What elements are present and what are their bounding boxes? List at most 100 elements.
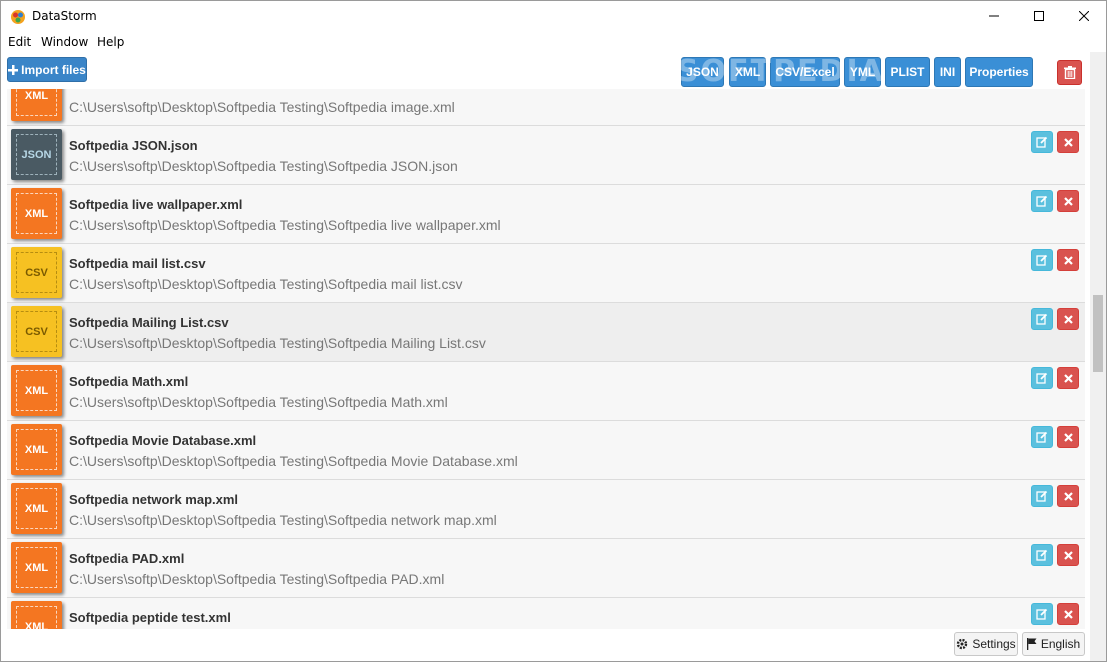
edit-file-button[interactable] bbox=[1031, 190, 1053, 212]
remove-file-button[interactable] bbox=[1057, 426, 1079, 448]
file-path: C:\Users\softp\Desktop\Softpedia Testing… bbox=[69, 571, 445, 587]
window-title: DataStorm bbox=[32, 9, 97, 23]
list-item[interactable]: JSON Softpedia JSON.json C:\Users\softp\De… bbox=[7, 126, 1085, 185]
edit-file-button[interactable] bbox=[1031, 308, 1053, 330]
csv-file-icon: CSV bbox=[11, 247, 62, 298]
edit-file-button[interactable] bbox=[1031, 249, 1053, 271]
menu-window[interactable]: Window bbox=[41, 35, 88, 49]
app-window: DataStorm Edit Window Help Import files … bbox=[0, 0, 1107, 662]
xml-file-icon: XML bbox=[11, 365, 62, 416]
file-list: XML C:\Users\softp\Desktop\Softpedia Test… bbox=[7, 89, 1085, 629]
file-name: Softpedia JSON.json bbox=[69, 138, 198, 153]
edit-file-button[interactable] bbox=[1031, 426, 1053, 448]
close-icon bbox=[1079, 11, 1089, 21]
language-button[interactable]: English bbox=[1022, 632, 1085, 656]
file-name: Softpedia Math.xml bbox=[69, 374, 189, 389]
format-json-button[interactable]: JSON bbox=[681, 57, 724, 87]
edit-icon bbox=[1036, 195, 1048, 207]
edit-file-button[interactable] bbox=[1031, 367, 1053, 389]
file-path: C:\Users\softp\Desktop\Softpedia Testing… bbox=[69, 512, 497, 528]
settings-label: Settings bbox=[972, 637, 1016, 651]
xml-file-icon: XML bbox=[11, 483, 62, 534]
xml-file-icon: XML bbox=[11, 188, 62, 239]
minimize-icon bbox=[989, 15, 999, 17]
vertical-scrollbar[interactable] bbox=[1090, 52, 1106, 661]
file-type-label: XML bbox=[24, 384, 49, 397]
remove-file-button[interactable] bbox=[1057, 603, 1079, 625]
file-path: C:\Users\softp\Desktop\Softpedia Testing… bbox=[69, 99, 455, 115]
edit-file-button[interactable] bbox=[1031, 544, 1053, 566]
list-item[interactable]: XML C:\Users\softp\Desktop\Softpedia Test… bbox=[7, 89, 1085, 126]
remove-icon bbox=[1063, 255, 1073, 265]
json-file-icon: JSON bbox=[11, 129, 62, 180]
file-path: C:\Users\softp\Desktop\Softpedia Testing… bbox=[69, 217, 501, 233]
menu-bar: Edit Window Help bbox=[1, 32, 1106, 52]
xml-file-icon: XML bbox=[11, 542, 62, 593]
file-path: C:\Users\softp\Desktop\Softpedia Testing… bbox=[69, 276, 463, 292]
list-item[interactable]: XML Softpedia Movie Database.xml C:\Users\… bbox=[7, 421, 1085, 480]
format-yml-button[interactable]: YML bbox=[844, 57, 881, 87]
clear-all-button[interactable] bbox=[1057, 60, 1082, 85]
trash-icon bbox=[1063, 66, 1076, 79]
edit-icon bbox=[1036, 431, 1048, 443]
file-type-label: XML bbox=[24, 502, 49, 515]
list-item[interactable]: XML Softpedia network map.xml C:\Users\sof… bbox=[7, 480, 1085, 539]
edit-file-button[interactable] bbox=[1031, 603, 1053, 625]
scrollbar-thumb[interactable] bbox=[1093, 295, 1103, 372]
list-item[interactable]: XML Softpedia live wallpaper.xml C:\Users\… bbox=[7, 185, 1085, 244]
file-name: Softpedia Movie Database.xml bbox=[69, 433, 257, 448]
remove-icon bbox=[1063, 373, 1073, 383]
gear-icon bbox=[957, 638, 968, 650]
format-xml-button[interactable]: XML bbox=[729, 57, 766, 87]
remove-icon bbox=[1063, 432, 1073, 442]
file-name: Softpedia network map.xml bbox=[69, 492, 239, 507]
file-type-label: JSON bbox=[21, 148, 52, 161]
edit-icon bbox=[1036, 313, 1048, 325]
file-type-label: XML bbox=[24, 620, 49, 630]
edit-icon bbox=[1036, 608, 1048, 620]
format-properties-button[interactable]: Properties bbox=[965, 57, 1033, 87]
remove-file-button[interactable] bbox=[1057, 131, 1079, 153]
remove-file-button[interactable] bbox=[1057, 308, 1079, 330]
xml-file-icon: XML bbox=[11, 89, 62, 121]
edit-icon bbox=[1036, 254, 1048, 266]
list-item[interactable]: XMLSoftpedia peptide test.xmlC:\Users\so… bbox=[7, 598, 1085, 629]
file-name: Softpedia PAD.xml bbox=[69, 551, 185, 566]
maximize-button[interactable] bbox=[1016, 1, 1062, 31]
plus-icon bbox=[8, 64, 19, 75]
remove-file-button[interactable] bbox=[1057, 485, 1079, 507]
file-name: Softpedia live wallpaper.xml bbox=[69, 197, 243, 212]
remove-icon bbox=[1063, 550, 1073, 560]
edit-icon bbox=[1036, 136, 1048, 148]
menu-help[interactable]: Help bbox=[97, 35, 124, 49]
remove-file-button[interactable] bbox=[1057, 544, 1079, 566]
import-files-button[interactable]: Import files bbox=[7, 57, 87, 82]
file-name: Softpedia Mailing List.csv bbox=[69, 315, 229, 330]
file-name: Softpedia peptide test.xml bbox=[69, 610, 231, 625]
settings-button[interactable]: Settings bbox=[954, 632, 1018, 656]
list-item[interactable]: CSV Softpedia Mailing List.csv C:\Users\so… bbox=[7, 303, 1085, 362]
edit-file-button[interactable] bbox=[1031, 131, 1053, 153]
remove-file-button[interactable] bbox=[1057, 367, 1079, 389]
format-plist-button[interactable]: PLIST bbox=[885, 57, 930, 87]
minimize-button[interactable] bbox=[971, 1, 1017, 31]
list-item[interactable]: XML Softpedia Math.xml C:\Users\softp\Desk… bbox=[7, 362, 1085, 421]
format-csv-excel-button[interactable]: CSV/Excel bbox=[770, 57, 840, 87]
file-type-label: CSV bbox=[25, 266, 48, 279]
edit-icon bbox=[1036, 549, 1048, 561]
file-path: C:\Users\softp\Desktop\Softpedia Testing… bbox=[69, 158, 458, 174]
remove-file-button[interactable] bbox=[1057, 190, 1079, 212]
edit-icon bbox=[1036, 372, 1048, 384]
menu-edit[interactable]: Edit bbox=[8, 35, 31, 49]
close-button[interactable] bbox=[1061, 1, 1107, 31]
list-item[interactable]: CSV Softpedia mail list.csv C:\Users\softp… bbox=[7, 244, 1085, 303]
remove-file-button[interactable] bbox=[1057, 249, 1079, 271]
edit-file-button[interactable] bbox=[1031, 485, 1053, 507]
format-ini-button[interactable]: INI bbox=[934, 57, 961, 87]
remove-icon bbox=[1063, 196, 1073, 206]
xml-file-icon: XML bbox=[11, 601, 62, 629]
file-path: C:\Users\softp\Desktop\Softpedia Testing… bbox=[69, 394, 448, 410]
remove-icon bbox=[1063, 491, 1073, 501]
remove-icon bbox=[1063, 314, 1073, 324]
list-item[interactable]: XML Softpedia PAD.xml C:\Users\softp\Deskt… bbox=[7, 539, 1085, 598]
